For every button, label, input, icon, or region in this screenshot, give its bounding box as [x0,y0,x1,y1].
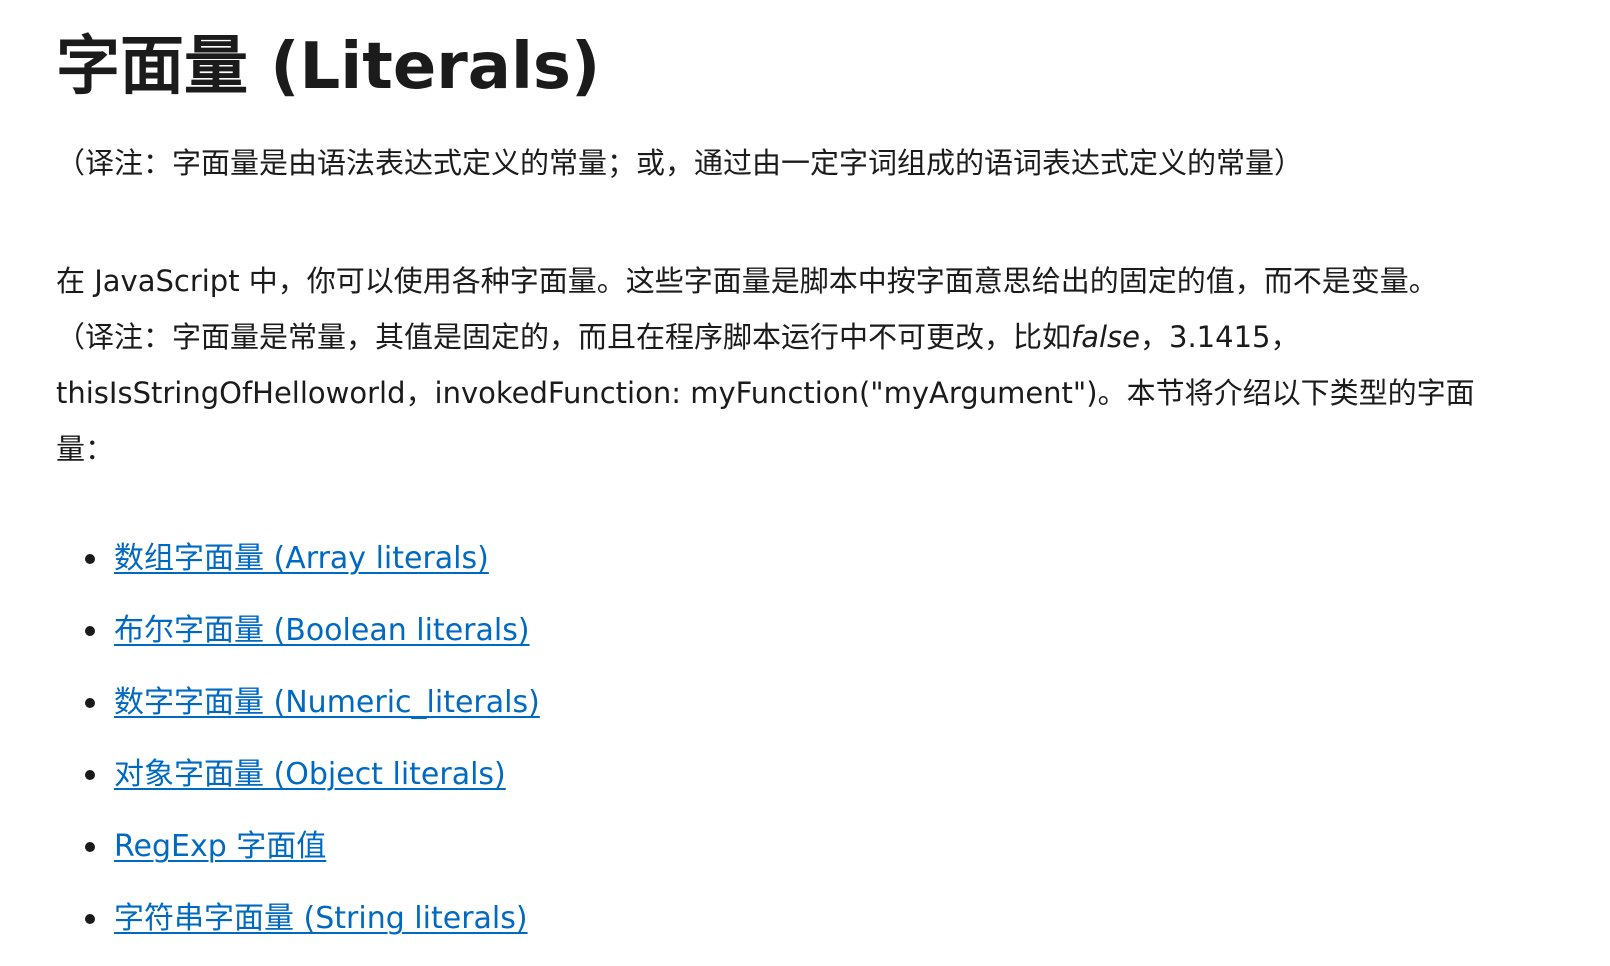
list-item: 布尔字面量 (Boolean literals) [85,603,540,675]
bullet-icon [85,770,95,780]
literal-types-list: 数组字面量 (Array literals) 布尔字面量 (Boolean li… [85,531,540,963]
intro-line-4: 量： [56,432,115,466]
bullet-icon [85,698,95,708]
object-literals-link[interactable]: 对象字面量 (Object literals) [114,757,506,792]
bullet-icon [85,554,95,564]
false-example: false [1071,320,1141,354]
list-item: 对象字面量 (Object literals) [85,747,540,819]
list-item: 数组字面量 (Array literals) [85,531,540,603]
list-item: RegExp 字面值 [85,819,540,891]
intro-line-3: thisIsStringOfHelloworld，invokedFunction… [56,376,1475,410]
article-content: 字面量 (Literals) （译注：字面量是由语法表达式定义的常量；或，通过由… [56,0,1586,936]
list-item: 字符串字面量 (String literals) [85,891,540,963]
bullet-icon [85,842,95,852]
page-title: 字面量 (Literals) [56,30,601,104]
intro-paragraph: 在 JavaScript 中，你可以使用各种字面量。这些字面量是脚本中按字面意思… [56,253,1586,477]
string-literals-link[interactable]: 字符串字面量 (String literals) [114,901,528,936]
intro-line-2: （译注：字面量是常量，其值是固定的，而且在程序脚本运行中不可更改，比如false… [56,309,1586,365]
bullet-icon [85,914,95,924]
array-literals-link[interactable]: 数组字面量 (Array literals) [114,541,489,576]
list-item: 数字字面量 (Numeric_literals) [85,675,540,747]
bullet-icon [85,626,95,636]
boolean-literals-link[interactable]: 布尔字面量 (Boolean literals) [114,613,530,648]
intro-line-2-start: （译注：字面量是常量，其值是固定的，而且在程序脚本运行中不可更改，比如 [56,320,1072,354]
intro-line-1: 在 JavaScript 中，你可以使用各种字面量。这些字面量是脚本中按字面意思… [56,264,1438,298]
regexp-literals-link[interactable]: RegExp 字面值 [114,829,326,864]
numeric-literals-link[interactable]: 数字字面量 (Numeric_literals) [114,685,540,720]
intro-line-2-end: ，3.1415， [1140,320,1300,354]
translator-note: （译注：字面量是由语法表达式定义的常量；或，通过由一定字词组成的语词表达式定义的… [56,146,1304,180]
